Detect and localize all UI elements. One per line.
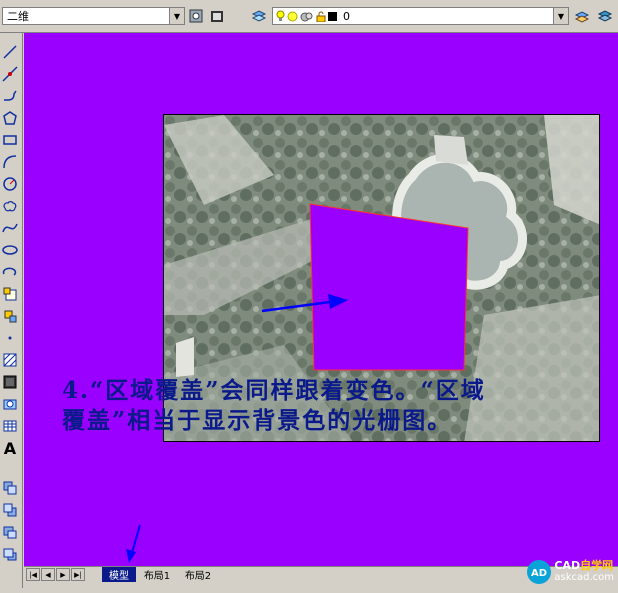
tab-layout1[interactable]: 布局1 [138,567,176,582]
revision-cloud-icon[interactable] [1,197,19,215]
draw-toolbar: A [0,33,23,588]
multiline-text-icon[interactable]: A [1,439,19,458]
tab-model[interactable]: 模型 [102,567,136,582]
watermark-site-cn: 自学网 [580,559,614,572]
first-tab-icon[interactable]: |◀ [26,568,40,581]
askcad-logo-icon: AD [527,560,552,584]
ellipse-icon[interactable] [1,241,19,259]
construction-line-icon[interactable] [1,65,19,83]
ellipse-arc-icon[interactable] [1,263,19,281]
watermark-site: askcad.com [554,572,614,583]
line-icon[interactable] [1,43,19,61]
table-icon[interactable] [1,417,19,435]
render-icon[interactable] [208,7,226,25]
lightbulb-icon [276,10,285,21]
svg-text:AD: AD [531,568,547,579]
draw-order-back-icon[interactable] [1,501,19,519]
rectangle-icon[interactable] [1,131,19,149]
caption-line-1: 4.“区域覆盖”会同样跟着变色。“区域 [62,377,486,404]
annotation-caption: 4.“区域覆盖”会同样跟着变色。“区域 覆盖”相当于显示背景色的光栅图。 [62,376,618,436]
point-icon[interactable] [1,329,19,347]
next-tab-icon[interactable]: ▶ [56,568,70,581]
draw-order-under-icon[interactable] [1,545,19,563]
insert-block-icon[interactable] [1,285,19,303]
arc-icon[interactable] [1,153,19,171]
layer-properties-icon[interactable] [250,7,268,25]
drawing-canvas[interactable]: 4.“区域覆盖”会同样跟着变色。“区域 覆盖”相当于显示背景色的光栅图。 [24,33,618,566]
viewport-freeze-icon [300,12,313,21]
make-object-layer-current-icon[interactable] [573,7,591,25]
layer-state-icons: 0 [273,10,350,23]
color-swatch-icon [328,11,337,21]
watermark-logo: CAD [554,559,581,572]
unlock-icon [316,11,326,22]
draw-order-front-icon[interactable] [1,479,19,497]
wipeout-polygon[interactable] [309,203,469,371]
visual-style-manager-icon[interactable] [187,7,205,25]
polyline-icon[interactable] [1,87,19,105]
chevron-down-icon[interactable]: ▼ [169,8,184,24]
top-toolbar: 二维 ▼ 0 ▼ [0,0,618,33]
spline-icon[interactable] [1,219,19,237]
gradient-icon[interactable] [1,373,19,391]
layer-name: 0 [343,9,350,23]
wipeout-overlay[interactable] [24,33,618,566]
chevron-down-icon[interactable]: ▼ [553,8,568,24]
caption-line-2: 覆盖”相当于显示背景色的光栅图。 [62,407,453,434]
tab-layout2[interactable]: 布局2 [179,567,217,582]
hatch-icon[interactable] [1,351,19,369]
view-style-select[interactable]: 二维 ▼ [2,7,185,25]
polygon-icon[interactable] [1,109,19,127]
sun-icon [287,11,298,21]
site-watermark: AD CAD自学网 askcad.com [526,559,614,585]
pointer-arrow-icon [126,524,141,563]
prev-tab-icon[interactable]: ◀ [41,568,55,581]
draw-order-above-icon[interactable] [1,523,19,541]
layer-previous-icon[interactable] [596,7,614,25]
make-block-icon[interactable] [1,307,19,325]
region-icon[interactable] [1,395,19,413]
view-style-value: 二维 [7,10,29,23]
last-tab-icon[interactable]: ▶| [71,568,85,581]
layer-select[interactable]: 0 ▼ [272,7,569,25]
circle-icon[interactable] [1,175,19,193]
